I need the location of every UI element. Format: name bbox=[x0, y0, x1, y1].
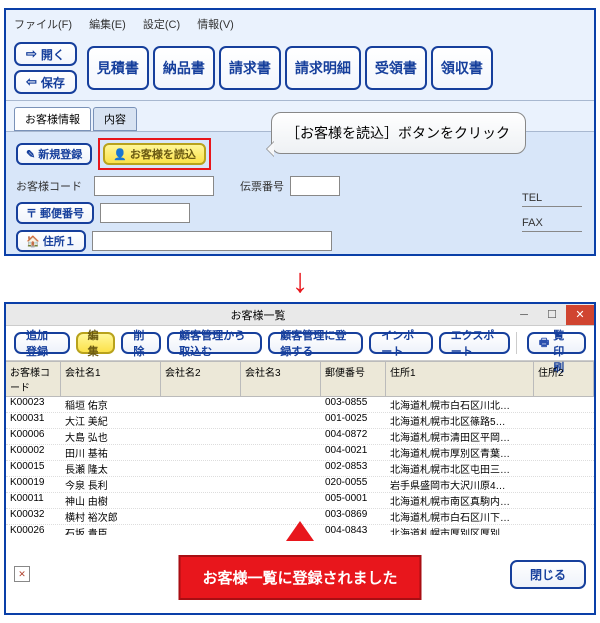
addr1-button[interactable]: 🏠住所１ bbox=[16, 230, 86, 252]
save-button[interactable]: ⇦保存 bbox=[14, 70, 77, 94]
slip-label: 伝票番号 bbox=[240, 178, 284, 194]
edit-button[interactable]: 編集 bbox=[76, 332, 116, 354]
open-button[interactable]: ⇨開く bbox=[14, 42, 77, 66]
speech-bubble: ［お客様を読込］ボタンをクリック bbox=[271, 112, 526, 154]
save-icon: ⇦ bbox=[26, 74, 37, 90]
table-row[interactable]: K00023稲垣 佑京003-0855北海道札幌市白石区川北… bbox=[6, 397, 594, 413]
down-arrow-icon: ↓ bbox=[0, 264, 600, 298]
export-to-crm-button[interactable]: 顧客管理に登録する bbox=[268, 332, 363, 354]
code-input[interactable] bbox=[94, 176, 214, 196]
window-title: お客様一覧 bbox=[6, 307, 510, 323]
tab-customer-info[interactable]: お客様情報 bbox=[14, 107, 91, 131]
person-icon: 👤 bbox=[113, 148, 127, 161]
maximize-button[interactable]: ☐ bbox=[538, 305, 566, 325]
grid-header: お客様コード 会社名1 会社名2 会社名3 郵便番号 住所1 住所2 bbox=[6, 361, 594, 397]
doc-button[interactable]: 納品書 bbox=[153, 46, 215, 90]
doc-button[interactable]: 受領書 bbox=[365, 46, 427, 90]
table-row[interactable]: K00031大江 美紀001-0025北海道札幌市北区篠路5… bbox=[6, 413, 594, 429]
success-banner: お客様一覧に登録されました bbox=[178, 555, 421, 600]
addr1-input[interactable] bbox=[92, 231, 332, 251]
add-button[interactable]: 追加登録 bbox=[14, 332, 70, 354]
house-icon: 🏠 bbox=[26, 235, 40, 248]
doc-button[interactable]: 請求書 bbox=[219, 46, 281, 90]
postal-input[interactable] bbox=[100, 203, 190, 223]
slip-input[interactable] bbox=[290, 176, 340, 196]
table-row[interactable]: K00006大島 弘也004-0872北海道札幌市清田区平岡… bbox=[6, 429, 594, 445]
table-row[interactable]: K00002田川 基祐004-0021北海道札幌市厚別区青葉… bbox=[6, 445, 594, 461]
menu-settings[interactable]: 設定(C) bbox=[143, 19, 180, 31]
fax-label: FAX bbox=[522, 217, 582, 232]
postal-button[interactable]: 〒郵便番号 bbox=[16, 202, 94, 224]
menu-file[interactable]: ファイル(F) bbox=[14, 19, 72, 31]
doc-button[interactable]: 領収書 bbox=[431, 46, 493, 90]
table-row[interactable]: K00019今泉 長利020-0055岩手県盛岡市大沢川原4… bbox=[6, 477, 594, 493]
close-button[interactable]: 閉じる bbox=[510, 560, 586, 589]
tel-label: TEL bbox=[522, 192, 582, 207]
window-close-button[interactable]: ✕ bbox=[566, 305, 594, 325]
export-button[interactable]: エクスポート bbox=[439, 332, 510, 354]
open-icon: ⇨ bbox=[26, 46, 37, 62]
import-from-crm-button[interactable]: 顧客管理から取込む bbox=[167, 332, 262, 354]
pencil-icon: ✎ bbox=[26, 148, 35, 161]
import-button[interactable]: インポート bbox=[369, 332, 432, 354]
printer-icon: 🖶 bbox=[539, 334, 549, 353]
banner-pointer bbox=[286, 521, 314, 541]
code-label: お客様コード bbox=[16, 178, 88, 194]
minimize-button[interactable]: ─ bbox=[510, 305, 538, 325]
delete-button[interactable]: 削除 bbox=[121, 332, 161, 354]
menu-info[interactable]: 情報(V) bbox=[197, 19, 234, 31]
load-customer-button[interactable]: 👤お客様を読込 bbox=[103, 143, 206, 165]
new-register-button[interactable]: ✎新規登録 bbox=[16, 143, 92, 165]
doc-button[interactable]: 見積書 bbox=[87, 46, 149, 90]
table-row[interactable]: K00015長瀬 隆太002-0853北海道札幌市北区屯田三… bbox=[6, 461, 594, 477]
doc-button[interactable]: 請求明細 bbox=[285, 46, 361, 90]
clear-icon[interactable]: ✕ bbox=[14, 566, 30, 582]
table-row[interactable]: K00011神山 由樹005-0001北海道札幌市南区真駒内… bbox=[6, 493, 594, 509]
postal-icon: 〒 bbox=[26, 205, 37, 221]
print-list-button[interactable]: 🖶一覧印刷 bbox=[527, 332, 586, 354]
highlight-box: 👤お客様を読込 bbox=[98, 138, 211, 170]
menu-edit[interactable]: 編集(E) bbox=[89, 19, 126, 31]
tab-content[interactable]: 内容 bbox=[93, 107, 137, 131]
